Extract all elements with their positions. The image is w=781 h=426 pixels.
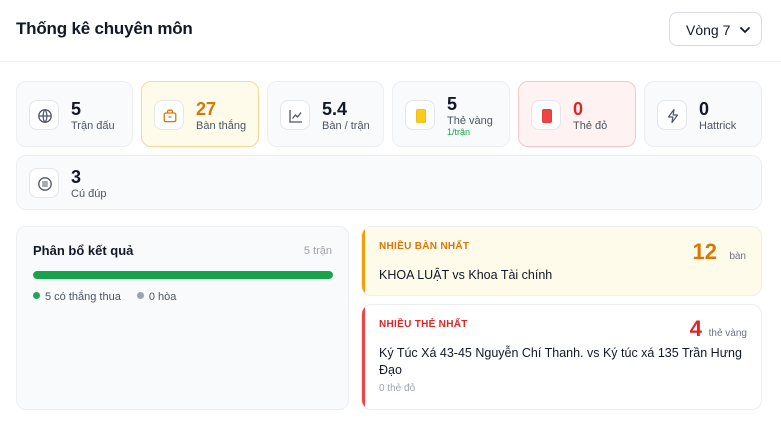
page-title: Thống kê chuyên môn (16, 19, 193, 38)
round-select[interactable]: Vòng 7 (669, 12, 762, 46)
most-cards-red-note: 0 thẻ đỏ (379, 383, 416, 394)
stat-card-braces: 3 Cú đúp (16, 155, 762, 210)
most-goals-tag: NHIỀU BÀN NHẤT (379, 241, 470, 252)
distribution-title: Phân bổ kết quả (33, 243, 134, 258)
list-circle-icon (38, 177, 52, 191)
most-cards-value: 4 (689, 316, 702, 341)
most-cards-card: NHIỀU THẺ NHẤT Ký Túc Xá 43-45 Nguyễn Ch… (361, 304, 762, 410)
round-select-value: Vòng 7 (686, 22, 731, 38)
stat-value: 5.4 (322, 99, 348, 119)
stat-value: 0 (699, 99, 710, 119)
chevron-down-icon (740, 27, 750, 33)
most-goals-card: NHIỀU BÀN NHẤT KHOA LUẬT vs Khoa Tài chí… (361, 226, 762, 296)
legend-item-draw: 0 hòa (136, 291, 176, 303)
stat-card-red-cards: 0 Thẻ đỏ (518, 81, 636, 147)
most-goals-match: KHOA LUẬT vs Khoa Tài chính (379, 268, 553, 282)
distribution-bar-fill (33, 271, 333, 279)
stat-value: 5 (447, 94, 458, 114)
stat-label: Cú đúp (71, 188, 107, 200)
stat-value: 27 (196, 99, 217, 119)
lightning-icon (667, 108, 679, 124)
most-cards-match: Ký Túc Xá 43-45 Nguyễn Chí Thanh. vs Ký … (379, 346, 742, 377)
red-card-icon (542, 109, 552, 123)
stat-label: Bàn thắng (196, 120, 247, 132)
chart-line-icon (289, 110, 302, 123)
distribution-legend: 5 có thắng thua 0 hòa (33, 291, 176, 303)
most-goals-unit: bàn (729, 251, 746, 262)
stat-label: Thẻ đỏ (573, 120, 608, 132)
most-cards-unit: thẻ vàng (708, 328, 747, 339)
result-distribution-panel: Phân bổ kết quả 5 trận 5 có thắng thua 0… (16, 226, 349, 410)
legend-item-decided: 5 có thắng thua (33, 291, 121, 303)
most-cards-tag: NHIỀU THẺ NHẤT (379, 319, 468, 330)
stat-label: Bàn / trận (322, 120, 370, 132)
yellow-card-icon (416, 109, 426, 123)
bag-icon (163, 109, 177, 123)
globe-icon (38, 109, 52, 123)
stat-card-matches: 5 Trận đấu (16, 81, 133, 147)
stat-sublabel: 1/trận (447, 127, 471, 137)
stat-card-hattrick: 0 Hattrick (644, 81, 762, 147)
stat-card-goals-per-match: 5.4 Bàn / trận (267, 81, 384, 147)
distribution-match-count: 5 trận (303, 245, 332, 257)
stat-label: Hattrick (699, 120, 737, 132)
stat-card-goals: 27 Bàn thắng (141, 81, 259, 147)
stat-card-yellow-cards: 5 Thẻ vàng 1/trận (392, 81, 510, 147)
stat-label: Trận đấu (71, 120, 115, 132)
stat-value: 3 (71, 167, 82, 187)
most-goals-value: 12 (692, 239, 717, 264)
stat-value: 5 (71, 99, 82, 119)
header: Thống kê chuyên môn Vòng 7 (0, 0, 781, 62)
distribution-bar (33, 271, 333, 279)
stat-value: 0 (573, 99, 584, 119)
